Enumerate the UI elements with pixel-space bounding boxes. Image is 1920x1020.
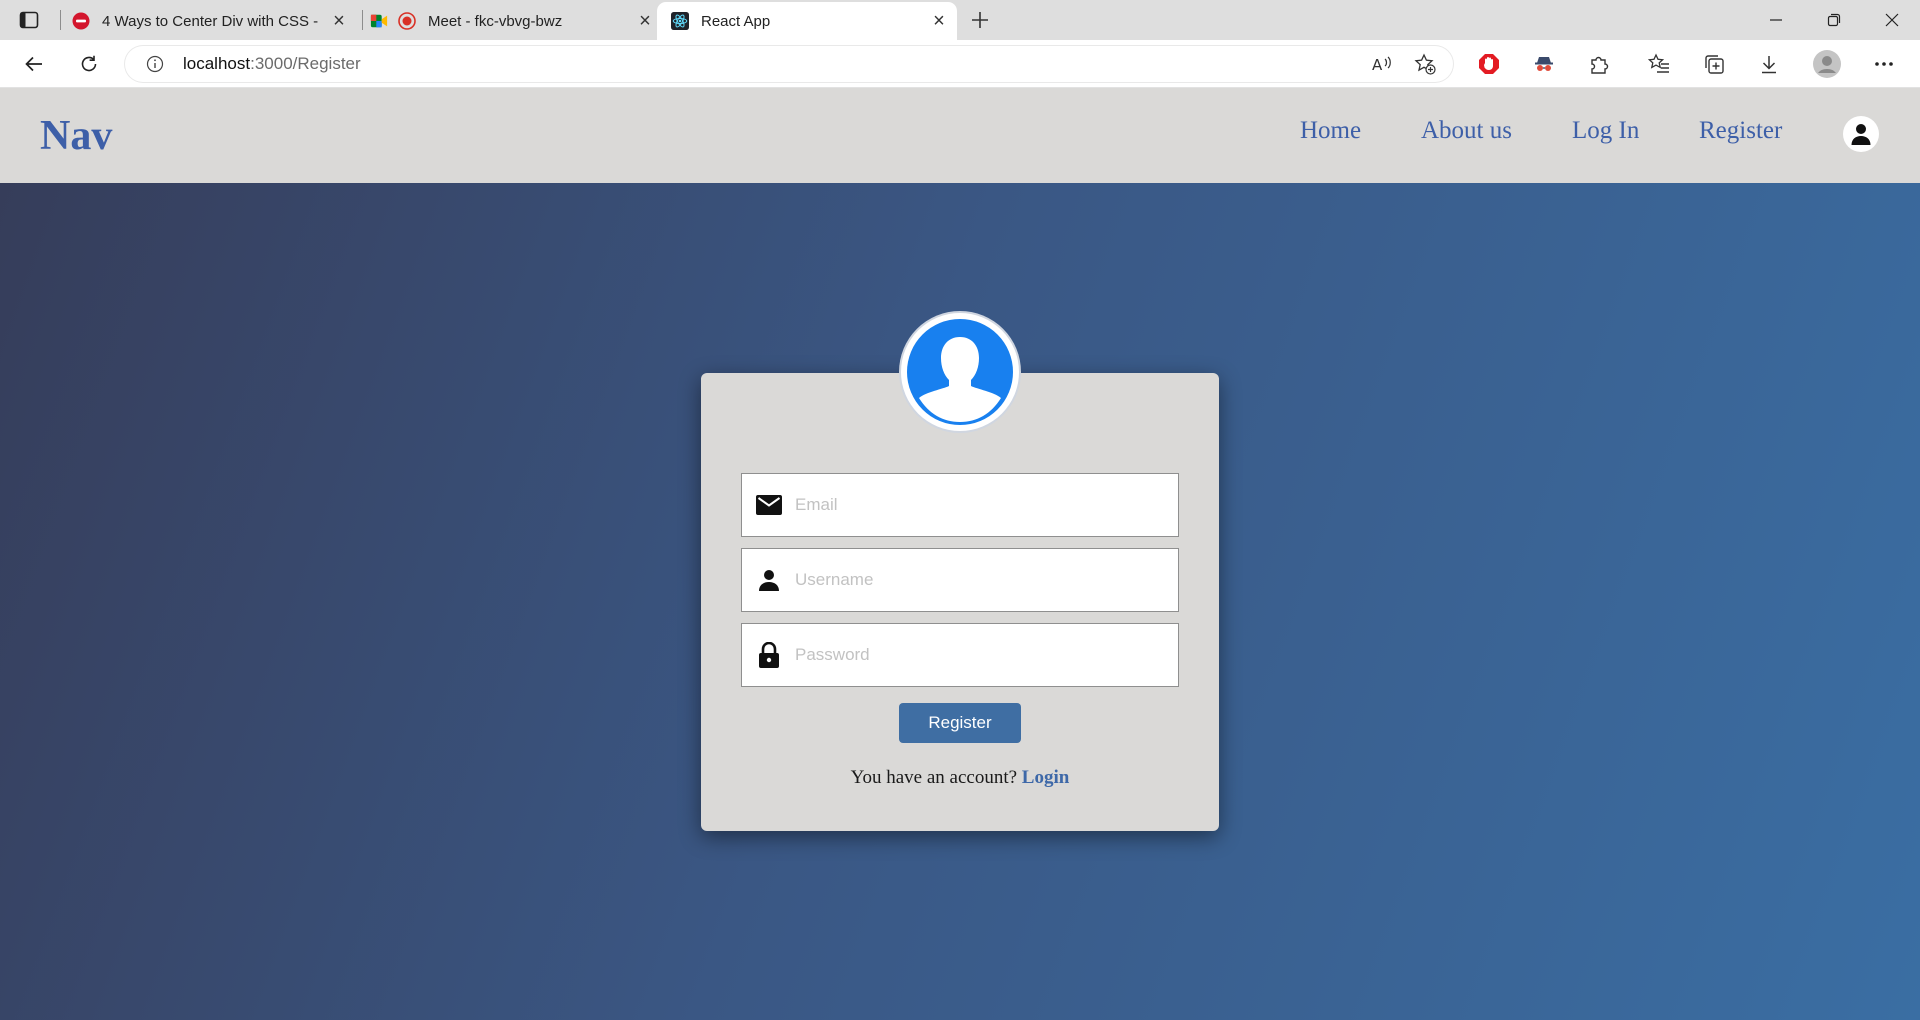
- favorites-button[interactable]: [1643, 48, 1675, 80]
- tab-separator: [362, 10, 363, 30]
- restore-icon: [1827, 13, 1841, 27]
- nav-link-register[interactable]: Register: [1699, 117, 1782, 145]
- meet-icon: [370, 12, 388, 30]
- nav-link-home[interactable]: Home: [1300, 117, 1361, 145]
- user-icon: [755, 566, 783, 594]
- login-link[interactable]: Login: [1022, 767, 1070, 788]
- register-avatar: [901, 313, 1019, 431]
- collections-button[interactable]: [1698, 48, 1730, 80]
- add-favorite-icon[interactable]: [1412, 52, 1438, 76]
- login-prompt: You have an account? Login: [701, 767, 1219, 789]
- download-icon: [1762, 56, 1776, 74]
- spy-extension-icon: [1535, 57, 1553, 71]
- incognito-extension-button[interactable]: [1528, 48, 1560, 80]
- tab-title: Meet - fkc-vbvg-bwz: [428, 12, 563, 30]
- tab-actions-icon: [19, 11, 39, 29]
- tab-title: React App: [701, 12, 771, 30]
- back-button[interactable]: [18, 48, 50, 80]
- new-tab-button[interactable]: [965, 6, 995, 34]
- nav-link-login[interactable]: Log In: [1572, 117, 1639, 145]
- username-input[interactable]: [795, 549, 1178, 611]
- more-icon: [1875, 62, 1893, 66]
- email-input[interactable]: [795, 474, 1178, 536]
- close-icon: [1885, 13, 1899, 27]
- profile-button[interactable]: [1811, 48, 1843, 80]
- refresh-button[interactable]: [73, 48, 105, 80]
- minimize-button[interactable]: [1748, 0, 1804, 40]
- email-field[interactable]: [741, 473, 1179, 537]
- refresh-icon: [81, 55, 97, 72]
- adblock-icon: [1479, 54, 1499, 74]
- collections-icon: [1705, 55, 1724, 74]
- nav-profile-button[interactable]: [1843, 116, 1879, 152]
- url-host: localhost: [183, 54, 251, 73]
- adblock-extension-button[interactable]: [1473, 48, 1505, 80]
- recording-icon: [398, 12, 416, 30]
- register-button[interactable]: Register: [899, 703, 1021, 743]
- tab-separator: [60, 10, 61, 30]
- tab-actions-button[interactable]: [14, 8, 44, 32]
- password-field[interactable]: [741, 623, 1179, 687]
- read-aloud-icon[interactable]: A: [1370, 52, 1396, 76]
- login-prompt-text: You have an account?: [850, 767, 1018, 788]
- restore-button[interactable]: [1806, 0, 1862, 40]
- close-window-button[interactable]: [1864, 0, 1920, 40]
- extensions-button[interactable]: [1583, 48, 1615, 80]
- downloads-button[interactable]: [1753, 48, 1785, 80]
- nav-link-about[interactable]: About us: [1421, 117, 1512, 145]
- plus-icon: [972, 12, 988, 28]
- avatar-silhouette-icon: [907, 319, 1013, 425]
- browser-tab-bar: 4 Ways to Center Div with CSS - I × Meet…: [0, 0, 1920, 40]
- settings-menu-button[interactable]: [1868, 48, 1900, 80]
- profile-avatar-icon: [1813, 50, 1841, 78]
- brand-logo[interactable]: Nav: [40, 112, 112, 160]
- site-navbar: Nav Home About us Log In Register: [0, 88, 1920, 183]
- address-bar[interactable]: localhost:3000/Register A: [125, 46, 1453, 82]
- password-input[interactable]: [795, 624, 1178, 686]
- favorites-icon: [1648, 53, 1669, 73]
- tab-title: 4 Ways to Center Div with CSS - I: [102, 12, 321, 30]
- svg-text:A: A: [1372, 56, 1383, 73]
- close-tab-icon[interactable]: ×: [929, 10, 949, 32]
- tab-meet[interactable]: Meet - fkc-vbvg-bwz ×: [370, 2, 655, 40]
- react-icon: [671, 12, 689, 30]
- user-icon: [1851, 124, 1871, 145]
- close-tab-icon[interactable]: ×: [329, 10, 349, 32]
- username-field[interactable]: [741, 548, 1179, 612]
- url-path: :3000/Register: [250, 54, 361, 73]
- no-entry-icon: [72, 12, 90, 30]
- site-info-icon[interactable]: [145, 54, 165, 74]
- mail-icon: [755, 491, 783, 519]
- tab-react-app[interactable]: React App ×: [657, 2, 957, 40]
- lock-icon: [755, 641, 783, 669]
- browser-toolbar: localhost:3000/Register A: [0, 40, 1920, 116]
- minimize-icon: [1770, 19, 1782, 21]
- tab-center-div[interactable]: 4 Ways to Center Div with CSS - I ×: [70, 2, 355, 40]
- puzzle-icon: [1591, 56, 1609, 74]
- close-tab-icon[interactable]: ×: [635, 10, 655, 32]
- back-arrow-icon: [25, 56, 42, 72]
